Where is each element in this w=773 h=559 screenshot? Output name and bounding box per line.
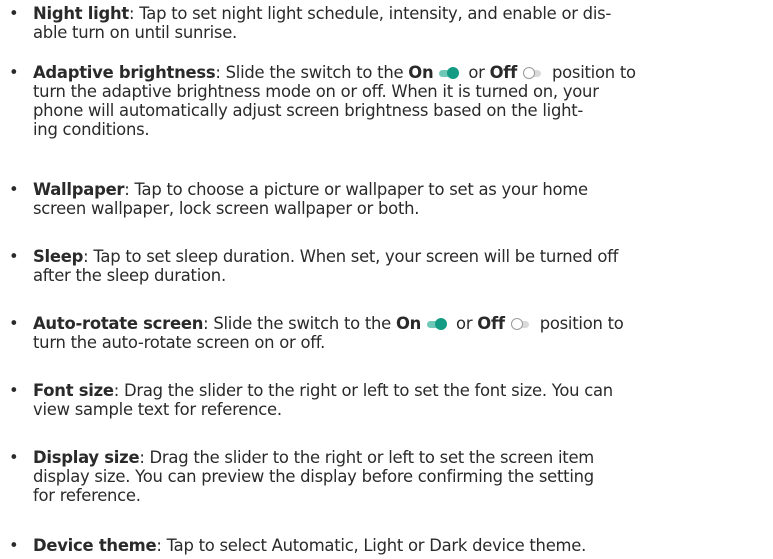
- off-label: Off: [489, 63, 518, 82]
- item-text: turn the adaptive brightness mode on or …: [33, 82, 599, 101]
- item-text: after the sleep duration.: [33, 266, 226, 285]
- bullet: •: [9, 448, 19, 467]
- item-title: Adaptive brightness: [33, 63, 216, 82]
- bullet: •: [9, 247, 19, 266]
- bullet: •: [9, 180, 19, 199]
- toggle-on-icon: [439, 67, 460, 79]
- item-text: phone will automatically adjust screen b…: [33, 101, 584, 120]
- item-text: : Tap to set sleep duration. When set, y…: [83, 247, 619, 266]
- on-label: On: [395, 314, 422, 333]
- bullet: •: [9, 381, 19, 400]
- item-text: : Drag the slider to the right or left t…: [113, 381, 613, 400]
- item-text: position to: [547, 63, 636, 82]
- item-text: : Tap to select Automatic, Light or Dark…: [156, 536, 587, 555]
- item-text: : Drag the slider to the right or left t…: [139, 448, 594, 467]
- item-text: or: [463, 63, 490, 82]
- item-text: : Slide the switch to the: [215, 63, 409, 82]
- item-title: Device theme: [33, 536, 157, 555]
- item-text: screen wallpaper, lock screen wallpaper …: [33, 199, 420, 218]
- off-label: Off: [477, 314, 505, 333]
- item-title: Font size: [33, 381, 114, 400]
- item-title: Wallpaper: [33, 180, 125, 199]
- item-text: : Tap to set night light schedule, inten…: [129, 4, 612, 23]
- item-text: view sample text for reference.: [33, 400, 282, 419]
- bullet: •: [9, 536, 19, 555]
- item-title: Auto-rotate screen: [33, 314, 204, 333]
- item-text: position to: [534, 314, 624, 333]
- toggle-on-icon: [427, 318, 448, 330]
- item-text: : Slide the switch to the: [203, 314, 396, 333]
- item-text: or: [451, 314, 478, 333]
- toggle-off-icon: [510, 318, 531, 330]
- toggle-off-icon: [523, 67, 543, 79]
- bullet: •: [9, 63, 19, 82]
- item-text: ing conditions.: [33, 120, 150, 139]
- item-title: Sleep: [33, 247, 84, 266]
- item-title: Display size: [33, 448, 140, 467]
- item-text: display size. You can preview the displa…: [33, 467, 594, 486]
- bullet: •: [9, 314, 19, 333]
- on-label: On: [408, 63, 434, 82]
- item-text: for reference.: [33, 486, 141, 505]
- item-text: turn the auto-rotate screen on or off.: [33, 333, 326, 352]
- item-text: able turn on until sunrise.: [33, 23, 237, 42]
- item-title: Night light: [33, 4, 130, 23]
- item-text: : Tap to choose a picture or wallpaper t…: [124, 180, 588, 199]
- bullet: •: [9, 4, 19, 23]
- document-page: • Night light: Tap to set night light sc…: [0, 0, 773, 559]
